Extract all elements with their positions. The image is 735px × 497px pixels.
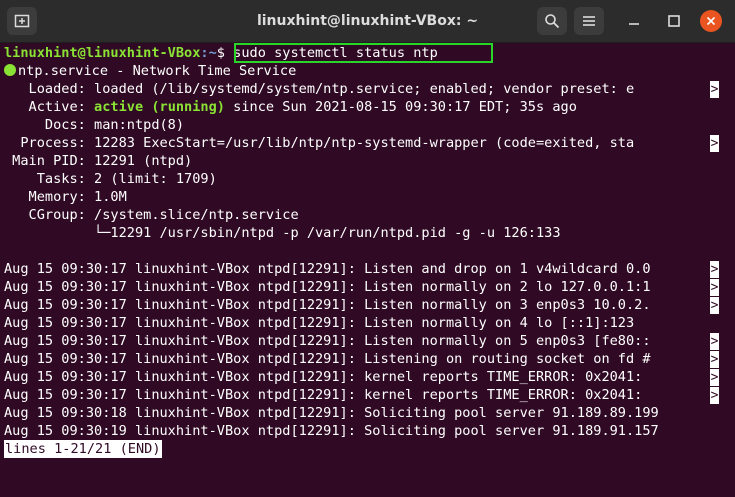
cgroup-line: CGroup: /system.slice/ntp.service (4, 207, 299, 223)
log-line: Aug 15 09:30:17 linuxhint-VBox ntpd[1229… (4, 279, 651, 295)
cgroup-process-line: └─12291 /usr/sbin/ntpd -p /var/run/ntpd.… (4, 225, 561, 241)
log-line: Aug 15 09:30:18 linuxhint-VBox ntpd[1229… (4, 405, 659, 421)
log-line: Aug 15 09:30:17 linuxhint-VBox ntpd[1229… (4, 333, 651, 349)
maximize-icon (668, 15, 680, 27)
truncation-marker: > (710, 333, 719, 350)
search-button[interactable] (537, 7, 567, 35)
maximize-button[interactable] (664, 11, 684, 31)
command-highlight-box (234, 43, 493, 63)
log-line: Aug 15 09:30:17 linuxhint-VBox ntpd[1229… (4, 315, 635, 331)
log-line: Aug 15 09:30:17 linuxhint-VBox ntpd[1229… (4, 261, 651, 277)
prompt-user-host: linuxhint@linuxhint-VBox (4, 45, 201, 61)
truncation-marker: > (710, 81, 719, 98)
main-pid-line: Main PID: 12291 (ntpd) (4, 153, 193, 169)
close-icon (706, 16, 716, 26)
loaded-line: Loaded: loaded (/lib/systemd/system/ntp.… (4, 81, 635, 97)
menu-button[interactable] (574, 7, 604, 35)
log-line: Aug 15 09:30:17 linuxhint-VBox ntpd[1229… (4, 297, 651, 313)
close-button[interactable] (700, 10, 722, 32)
service-line: ntp.service - Network Time Service (4, 62, 296, 80)
truncation-marker: > (710, 387, 719, 404)
truncation-marker: > (710, 351, 719, 368)
log-line: Aug 15 09:30:17 linuxhint-VBox ntpd[1229… (4, 387, 651, 403)
memory-line: Memory: 1.0M (4, 189, 127, 205)
active-since: since Sun 2021-08-15 09:30:17 EDT; 35s a… (224, 99, 577, 115)
log-line: Aug 15 09:30:17 linuxhint-VBox ntpd[1229… (4, 351, 651, 367)
log-line: Aug 15 09:30:19 linuxhint-VBox ntpd[1229… (4, 423, 659, 439)
truncation-marker: > (710, 135, 719, 152)
active-state: active (running) (94, 99, 225, 115)
truncation-marker: > (710, 261, 719, 278)
prompt-path: :~ (200, 45, 217, 61)
service-name: ntp.service - Network Time Service (18, 63, 297, 79)
active-status-dot-icon (4, 64, 16, 76)
truncation-marker: > (710, 279, 719, 296)
search-icon (545, 14, 560, 29)
process-line: Process: 12283 ExecStart=/usr/lib/ntp/nt… (4, 135, 635, 151)
terminal-output[interactable]: linuxhint@linuxhint-VBox:~$ sudo systemc… (0, 43, 735, 497)
minimize-button[interactable] (624, 11, 644, 31)
minimize-icon (629, 23, 639, 25)
truncation-marker: > (710, 297, 719, 314)
log-line: Aug 15 09:30:17 linuxhint-VBox ntpd[1229… (4, 369, 651, 385)
active-label: Active: (4, 99, 95, 115)
hamburger-menu-icon (583, 16, 595, 26)
tasks-line: Tasks: 2 (limit: 1709) (4, 171, 217, 187)
truncation-marker: > (710, 369, 719, 386)
pager-status: lines 1-21/21 (END) (4, 440, 162, 458)
docs-line: Docs: man:ntpd(8) (4, 117, 185, 133)
active-line: Active: active (running) since Sun 2021-… (4, 98, 577, 116)
title-bar: linuxhint@linuxhint-VBox: ~ (0, 0, 735, 43)
